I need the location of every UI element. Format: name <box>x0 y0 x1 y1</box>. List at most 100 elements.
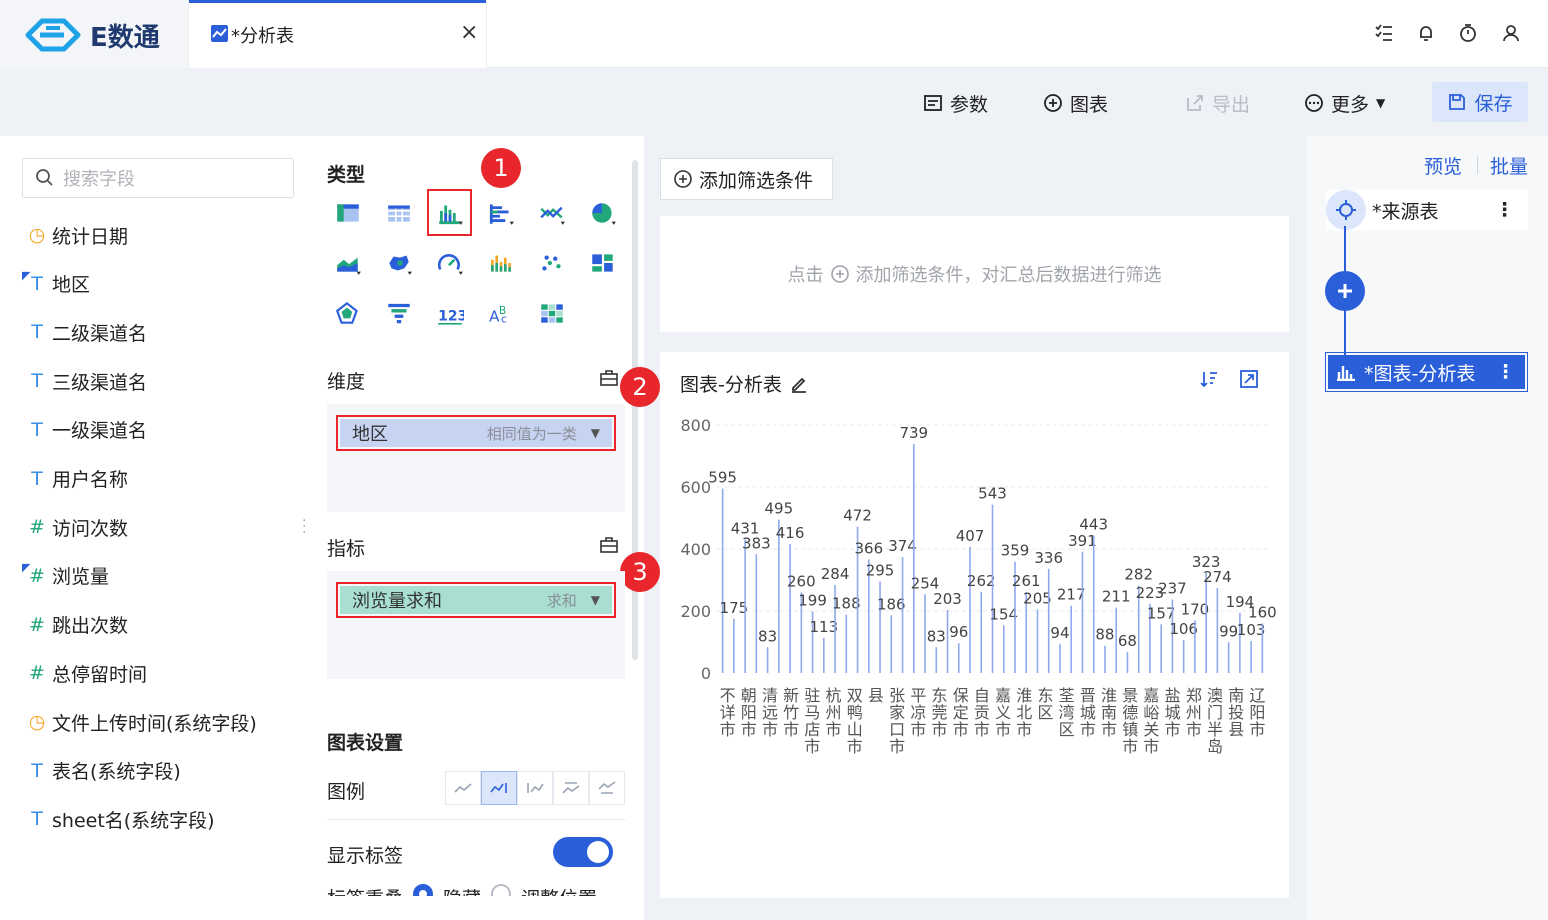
legend-none-option[interactable] <box>445 771 481 805</box>
table-icon[interactable] <box>331 196 365 230</box>
x-tick-label: 嘉峪关市 <box>1143 686 1159 756</box>
field-item[interactable]: # 访问次数 <box>22 512 128 542</box>
data-label: 383 <box>742 534 771 552</box>
label-overlap-row: 标签重叠 隐藏 调整位置 <box>327 884 627 896</box>
x-tick-label: 新竹市 <box>783 686 799 739</box>
toolbox-icon[interactable] <box>599 368 619 392</box>
search-input[interactable]: 搜索字段 <box>22 158 294 198</box>
export-button[interactable]: 导出 <box>1185 88 1250 118</box>
data-label: 543 <box>978 485 1007 503</box>
field-item[interactable]: T 表名(系统字段) <box>22 756 181 786</box>
data-label: 113 <box>810 618 839 636</box>
line-chart-icon[interactable] <box>535 196 569 230</box>
expand-icon[interactable] <box>1239 369 1259 393</box>
funnel-icon[interactable] <box>382 296 416 330</box>
metric-chip[interactable]: 浏览量求和 求和 ▼ <box>336 582 616 618</box>
source-node[interactable]: *来源表 ⋮ <box>1326 190 1528 230</box>
toolbox-icon[interactable] <box>599 535 619 559</box>
field-item[interactable]: # 跳出次数 <box>22 610 128 640</box>
tile-icon[interactable] <box>586 246 620 280</box>
x-tick-label: 驻马店市 <box>804 686 820 756</box>
bar <box>901 557 904 673</box>
bar-chart-icon <box>1337 366 1355 381</box>
clock-icon: ◷ <box>28 224 46 246</box>
field-item[interactable]: ◷ 统计日期 <box>22 220 128 250</box>
pie-chart-icon[interactable] <box>586 196 620 230</box>
bell-icon[interactable] <box>1415 22 1437 44</box>
params-label: 参数 <box>950 93 989 116</box>
plus-circle-icon[interactable] <box>830 264 850 284</box>
field-item[interactable]: T 用户名称 <box>22 464 128 494</box>
kebab-menu-icon[interactable]: ⋮ <box>1495 199 1514 221</box>
bar <box>1227 642 1230 673</box>
resize-handle[interactable]: · · · <box>302 514 306 540</box>
field-item[interactable]: ◷ 文件上传时间(系统字段) <box>22 707 257 737</box>
more-button[interactable]: 更多 ▼ <box>1304 88 1385 118</box>
caret-down-icon[interactable]: ▼ <box>591 593 600 607</box>
close-icon[interactable]: × <box>460 20 478 45</box>
caret-down-icon[interactable]: ▼ <box>591 426 600 440</box>
plus-circle-icon <box>674 170 692 188</box>
cross-table-icon[interactable] <box>382 196 416 230</box>
scatter-icon[interactable] <box>535 246 569 280</box>
legend-bottom-option[interactable] <box>589 771 625 805</box>
heatmap-icon[interactable] <box>535 296 569 330</box>
map-icon[interactable] <box>382 246 416 280</box>
legend-left-option[interactable] <box>517 771 553 805</box>
legend-right-option[interactable] <box>481 771 517 805</box>
radar-icon[interactable] <box>331 296 365 330</box>
number-icon: # <box>29 516 45 539</box>
field-item[interactable]: # 总停留时间 <box>22 658 147 688</box>
search-placeholder: 搜索字段 <box>63 169 135 190</box>
sort-icon[interactable] <box>1199 369 1219 393</box>
user-icon[interactable] <box>1500 22 1522 44</box>
field-item[interactable]: T 三级渠道名 <box>22 366 147 396</box>
add-chart-button[interactable]: 图表 <box>1043 88 1108 118</box>
data-label: 237 <box>1158 580 1187 598</box>
task-list-icon[interactable] <box>1373 22 1395 44</box>
add-node-button[interactable] <box>1325 271 1365 311</box>
data-label: 443 <box>1079 516 1108 534</box>
edit-icon[interactable] <box>790 375 808 393</box>
timer-icon[interactable] <box>1457 22 1479 44</box>
number-card-icon[interactable]: 123 <box>433 296 467 330</box>
x-tick-label: 晋城市 <box>1080 686 1096 739</box>
overlap-hide-radio[interactable] <box>413 884 434 896</box>
chart-settings-title: 图表设置 <box>327 732 404 754</box>
field-label: 文件上传时间(系统字段) <box>52 712 257 735</box>
field-label: 统计日期 <box>52 225 129 248</box>
bar <box>1070 605 1073 673</box>
show-label-toggle[interactable] <box>553 837 613 867</box>
app-logo[interactable]: E数通 <box>24 16 160 54</box>
x-tick-label: 朝阳市 <box>741 686 757 739</box>
batch-link[interactable]: 批量 <box>1490 152 1528 179</box>
horizontal-bar-icon[interactable] <box>484 196 518 230</box>
preview-link[interactable]: 预览 <box>1424 152 1462 179</box>
bar <box>924 594 926 673</box>
chart-node[interactable]: *图表-分析表 ⋮ <box>1325 352 1528 392</box>
x-tick-label: 盐城市 <box>1165 686 1181 739</box>
params-button[interactable]: 参数 <box>923 88 988 118</box>
show-label-label: 显示标签 <box>327 845 404 867</box>
bar <box>1160 624 1162 673</box>
dimension-chip[interactable]: 地区 相同值为一类 ▼ <box>336 415 616 451</box>
text-card-icon[interactable]: ABc <box>484 296 518 330</box>
gauge-icon[interactable] <box>433 246 467 280</box>
add-filter-button[interactable]: 添加筛选条件 <box>660 158 833 200</box>
overlap-adjust-radio[interactable] <box>491 884 512 896</box>
legend-top-option[interactable] <box>553 771 589 805</box>
number-geo-icon: # ◤ <box>22 560 45 587</box>
data-label: 99 <box>1219 622 1238 640</box>
bar <box>946 610 949 673</box>
field-item[interactable]: # ◤ 浏览量 <box>22 561 109 591</box>
selected-type-highlight <box>427 189 472 236</box>
kebab-menu-icon[interactable]: ⋮ <box>1496 361 1515 383</box>
field-item[interactable]: T 一级渠道名 <box>22 415 147 445</box>
more-label: 更多 <box>1331 93 1370 116</box>
area-chart-icon[interactable] <box>331 246 365 280</box>
field-item[interactable]: T 二级渠道名 <box>22 317 147 347</box>
field-item[interactable]: Tsheet名(系统字段) <box>22 804 214 834</box>
field-item[interactable]: T ◤ 地区 <box>22 269 90 299</box>
save-button[interactable]: 保存 <box>1432 82 1528 122</box>
stacked-bar-icon[interactable] <box>484 246 518 280</box>
